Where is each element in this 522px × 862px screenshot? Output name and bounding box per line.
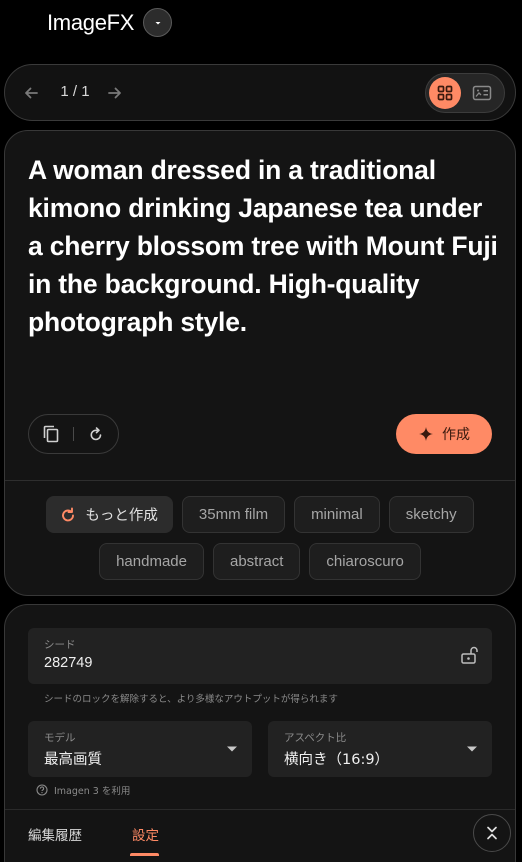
tab-settings[interactable]: 設定 [132,824,159,844]
caret-down-icon [467,746,477,752]
model-value: 最高画質 [44,752,102,768]
seed-value: 282749 [44,655,93,671]
reset-prompt-button[interactable] [74,415,118,453]
prompt-text[interactable]: A woman dressed in a traditional kimono … [28,151,503,341]
divider [5,809,515,810]
app-title: ImageFX [47,9,135,35]
unlock-icon [461,646,478,664]
more-label: もっと作成 [85,508,158,524]
previous-button[interactable] [21,83,41,107]
seed-lock-button[interactable] [458,644,480,670]
refresh-icon [90,427,102,441]
active-tab-indicator [130,853,159,856]
seed-label: シード [44,639,76,651]
chip-abstract[interactable]: abstract [213,543,301,580]
model-note: Imagen 3 を利用 [36,783,130,797]
imagefx-app: ImageFX 1 / 1 A woman dressed in a tradi… [0,0,522,862]
create-label: 作成 [442,427,470,443]
model-label: モデル [44,732,76,744]
refresh-icon [62,507,75,521]
prompt-card: A woman dressed in a traditional kimono … [4,130,516,596]
settings-panel: シード 282749 シードのロックを解除すると、より多様なアウトプットが得られ… [4,604,516,862]
tab-edit-history[interactable]: 編集履歴 [28,824,82,844]
style-chips: もっと作成 35mm film minimal sketchy handmade… [5,496,515,580]
chevron-down-icon [155,21,161,24]
aspect-value: 横向き（16:9） [284,752,390,768]
aspect-ratio-select[interactable]: アスペクト比 横向き（16:9） [268,721,492,777]
app-header: ImageFX [47,8,173,37]
arrow-right-icon [108,87,121,99]
detail-view-button[interactable] [466,77,498,109]
chip-35mm-film[interactable]: 35mm film [181,496,286,533]
prompt-actions [28,414,119,454]
more-button[interactable]: もっと作成 [46,496,173,533]
image-pager: 1 / 1 [4,64,516,121]
collapse-icon [487,826,497,840]
collapse-button[interactable] [473,814,511,852]
grid-icon [437,85,453,101]
help-circle-icon [36,784,48,796]
image-detail-icon [472,85,492,101]
caret-down-icon [227,746,237,752]
model-select[interactable]: モデル 最高画質 [28,721,252,777]
copy-icon [43,425,59,443]
create-button[interactable]: 作成 [396,414,492,454]
seed-hint: シードのロックを解除すると、より多様なアウトプットが得られます [44,694,338,705]
sparkle-icon [419,427,433,441]
chip-handmade[interactable]: handmade [99,543,204,580]
arrow-left-icon [25,87,38,99]
copy-button[interactable] [29,415,73,453]
seed-field[interactable]: シード 282749 [28,628,492,684]
view-toggle [425,73,505,113]
divider [5,480,515,481]
model-note-text: Imagen 3 を利用 [54,786,131,797]
grid-view-button[interactable] [429,77,461,109]
next-button[interactable] [105,83,125,107]
chip-sketchy[interactable]: sketchy [388,496,474,533]
title-menu-button[interactable] [143,8,173,37]
aspect-label: アスペクト比 [284,732,347,744]
page-count: 1 / 1 [60,83,90,100]
chip-minimal[interactable]: minimal [294,496,380,533]
chip-chiaroscuro[interactable]: chiaroscuro [309,543,421,580]
